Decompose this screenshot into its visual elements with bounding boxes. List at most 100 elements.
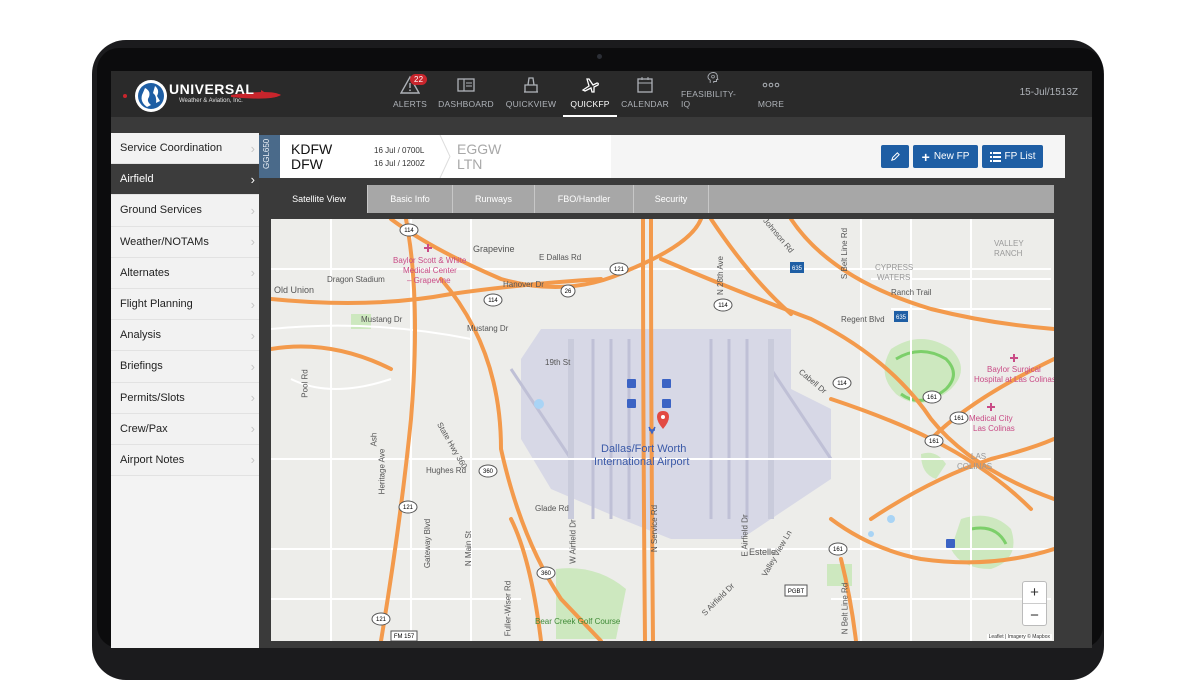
sidebar-item-permits-slots[interactable]: Permits/Slots › (111, 382, 259, 414)
map-label: Old Union (274, 285, 315, 295)
nav-quickview[interactable]: QUICKVIEW (504, 71, 558, 117)
nav-feasibility[interactable]: FEASIBILITY-IQ (681, 71, 745, 117)
route-shield: 161 (924, 434, 944, 448)
arrival-airport: EGGW LTN (457, 142, 501, 172)
alerts-badge: 22 (410, 74, 428, 85)
route-shield-label: FM 157 (394, 634, 415, 640)
nav-alerts[interactable]: 22 ALERTS (390, 71, 430, 117)
route-shield-label: 121 (403, 505, 414, 511)
sidebar-item-ground-services[interactable]: Ground Services › (111, 195, 259, 227)
map-label: COLINAS (957, 462, 993, 471)
map-label: WATERS (877, 273, 911, 282)
edit-button[interactable] (881, 145, 909, 168)
route-shield-label: 114 (488, 298, 498, 304)
zoom-out-button[interactable]: − (1023, 604, 1046, 626)
map-label: RANCH (994, 249, 1023, 258)
departure-icao: KDFW (291, 141, 333, 157)
sidebar-item-briefings[interactable]: Briefings › (111, 351, 259, 383)
sidebar-item-crew-pax[interactable]: Crew/Pax › (111, 413, 259, 445)
tab-basic-info[interactable]: Basic Info (368, 185, 453, 213)
calendar-icon (637, 77, 653, 93)
fp-list-label: FP List (1004, 151, 1036, 162)
logo-wordmark: UNIVERSAL (169, 81, 255, 97)
brain-icon (707, 71, 719, 83)
plus-icon: + (921, 148, 930, 165)
map-label: 19th St (545, 358, 571, 367)
sidebar-item-label: Crew/Pax (120, 422, 168, 435)
route-shield: 121 (609, 262, 629, 276)
map-attribution[interactable]: Leaflet | Imagery © Mapbox (986, 634, 1052, 640)
nav-quickfp-label: QUICKFP (570, 99, 610, 109)
nav-dashboard-label: DASHBOARD (438, 99, 494, 109)
map-label: Hospital at Las Colinas (974, 375, 1054, 384)
map-label: N 28th Ave (716, 256, 725, 295)
airport-map[interactable]: 114 121 26 114 114 360 121 360 114 161 1… (271, 219, 1054, 641)
nav-quickview-label: QUICKVIEW (505, 99, 557, 109)
sidebar-item-label: Analysis (120, 329, 161, 342)
tail-number-tag: GGL650 (259, 135, 280, 178)
nav-quickfp[interactable]: QUICKFP (563, 71, 617, 117)
fp-list-button[interactable]: FP List (982, 145, 1043, 168)
nav-dashboard[interactable]: DASHBOARD (438, 71, 494, 117)
map-label: Las Colinas (973, 424, 1015, 433)
chevron-right-icon: › (250, 358, 255, 374)
route-shield-label: 161 (929, 439, 940, 445)
sidebar-item-label: Flight Planning (120, 298, 193, 311)
sidebar-item-service-coordination[interactable]: Service Coordination › (111, 133, 259, 165)
map-label: CYPRESS (875, 263, 914, 272)
nav-more[interactable]: MORE (754, 71, 788, 117)
route-shield-label: 161 (927, 395, 938, 401)
map-label: Grapevine (473, 244, 515, 254)
arrival-icao: EGGW (457, 141, 502, 157)
sidebar-item-airfield[interactable]: Airfield › (111, 164, 259, 196)
route-shield-label: 161 (954, 416, 965, 422)
chevron-right-icon: › (250, 327, 255, 343)
route-shield-label: PGBT (788, 589, 805, 595)
airport-label: Dallas/Fort Worth (601, 443, 687, 455)
map-label: W Airfield Dr (568, 519, 578, 564)
map-label: Estelle (749, 547, 777, 557)
departure-local-time: 16 Jul / 0700L (374, 146, 425, 155)
tab-satellite-view[interactable]: Satellite View (271, 185, 368, 213)
map-label: E Dallas Rd (539, 253, 582, 262)
company-logo[interactable]: UNIVERSAL Weather & Aviation, Inc. (121, 76, 291, 114)
map-label: Dragon Stadium (327, 275, 385, 284)
map-label: Hughes Rd (426, 466, 467, 475)
airfield-sidebar: Service Coordination › Airfield › Ground S… (111, 133, 259, 648)
nav-more-label: MORE (757, 99, 785, 109)
tail-number: GGL650 (262, 138, 271, 169)
route-shield: 360 (478, 464, 498, 478)
map-label: – Grapevine (407, 276, 451, 285)
map-label: Fuller-Wiser Rd (503, 580, 513, 637)
route-shield-label: 114 (718, 303, 728, 309)
chevron-right-icon: › (250, 390, 255, 406)
nav-calendar[interactable]: CALENDAR (621, 71, 669, 117)
airport-label: International Airport (594, 456, 690, 468)
departure-utc-time: 16 Jul / 1200Z (374, 159, 425, 168)
zoom-controls: + − (1022, 581, 1047, 626)
map-label: Medical Center (403, 266, 457, 275)
sidebar-item-airport-notes[interactable]: Airport Notes › (111, 444, 259, 477)
sidebar-item-weather-notams[interactable]: Weather/NOTAMs › (111, 226, 259, 258)
route-shield: 114 (483, 293, 503, 307)
route-shield: PGBT (784, 584, 808, 597)
tab-fbo-handler[interactable]: FBO/Handler (535, 185, 634, 213)
route-shield: 114 (713, 298, 733, 312)
sidebar-item-flight-planning[interactable]: Flight Planning › (111, 288, 259, 321)
sidebar-item-analysis[interactable]: Analysis › (111, 320, 259, 352)
new-fp-button[interactable]: + New FP (913, 145, 978, 168)
departure-times: 16 Jul / 0700L 16 Jul / 1200Z (374, 144, 425, 170)
chevron-right-icon: › (250, 171, 255, 187)
chevron-right-icon: › (250, 265, 255, 281)
tab-security[interactable]: Security (634, 185, 709, 213)
route-shield-label: 121 (614, 267, 625, 273)
route-shield: 121 (371, 612, 391, 626)
sidebar-item-label: Alternates (120, 266, 170, 279)
quickview-icon (524, 77, 538, 93)
tab-runways[interactable]: Runways (453, 185, 535, 213)
map-label: Medical City (969, 414, 1013, 423)
zoom-in-button[interactable]: + (1023, 582, 1046, 604)
route-shield-label: 114 (404, 228, 414, 234)
sidebar-item-alternates[interactable]: Alternates › (111, 257, 259, 289)
flight-header: GGL650 KDFW DFW 16 Jul / 0700L 16 Jul / … (259, 135, 1065, 178)
